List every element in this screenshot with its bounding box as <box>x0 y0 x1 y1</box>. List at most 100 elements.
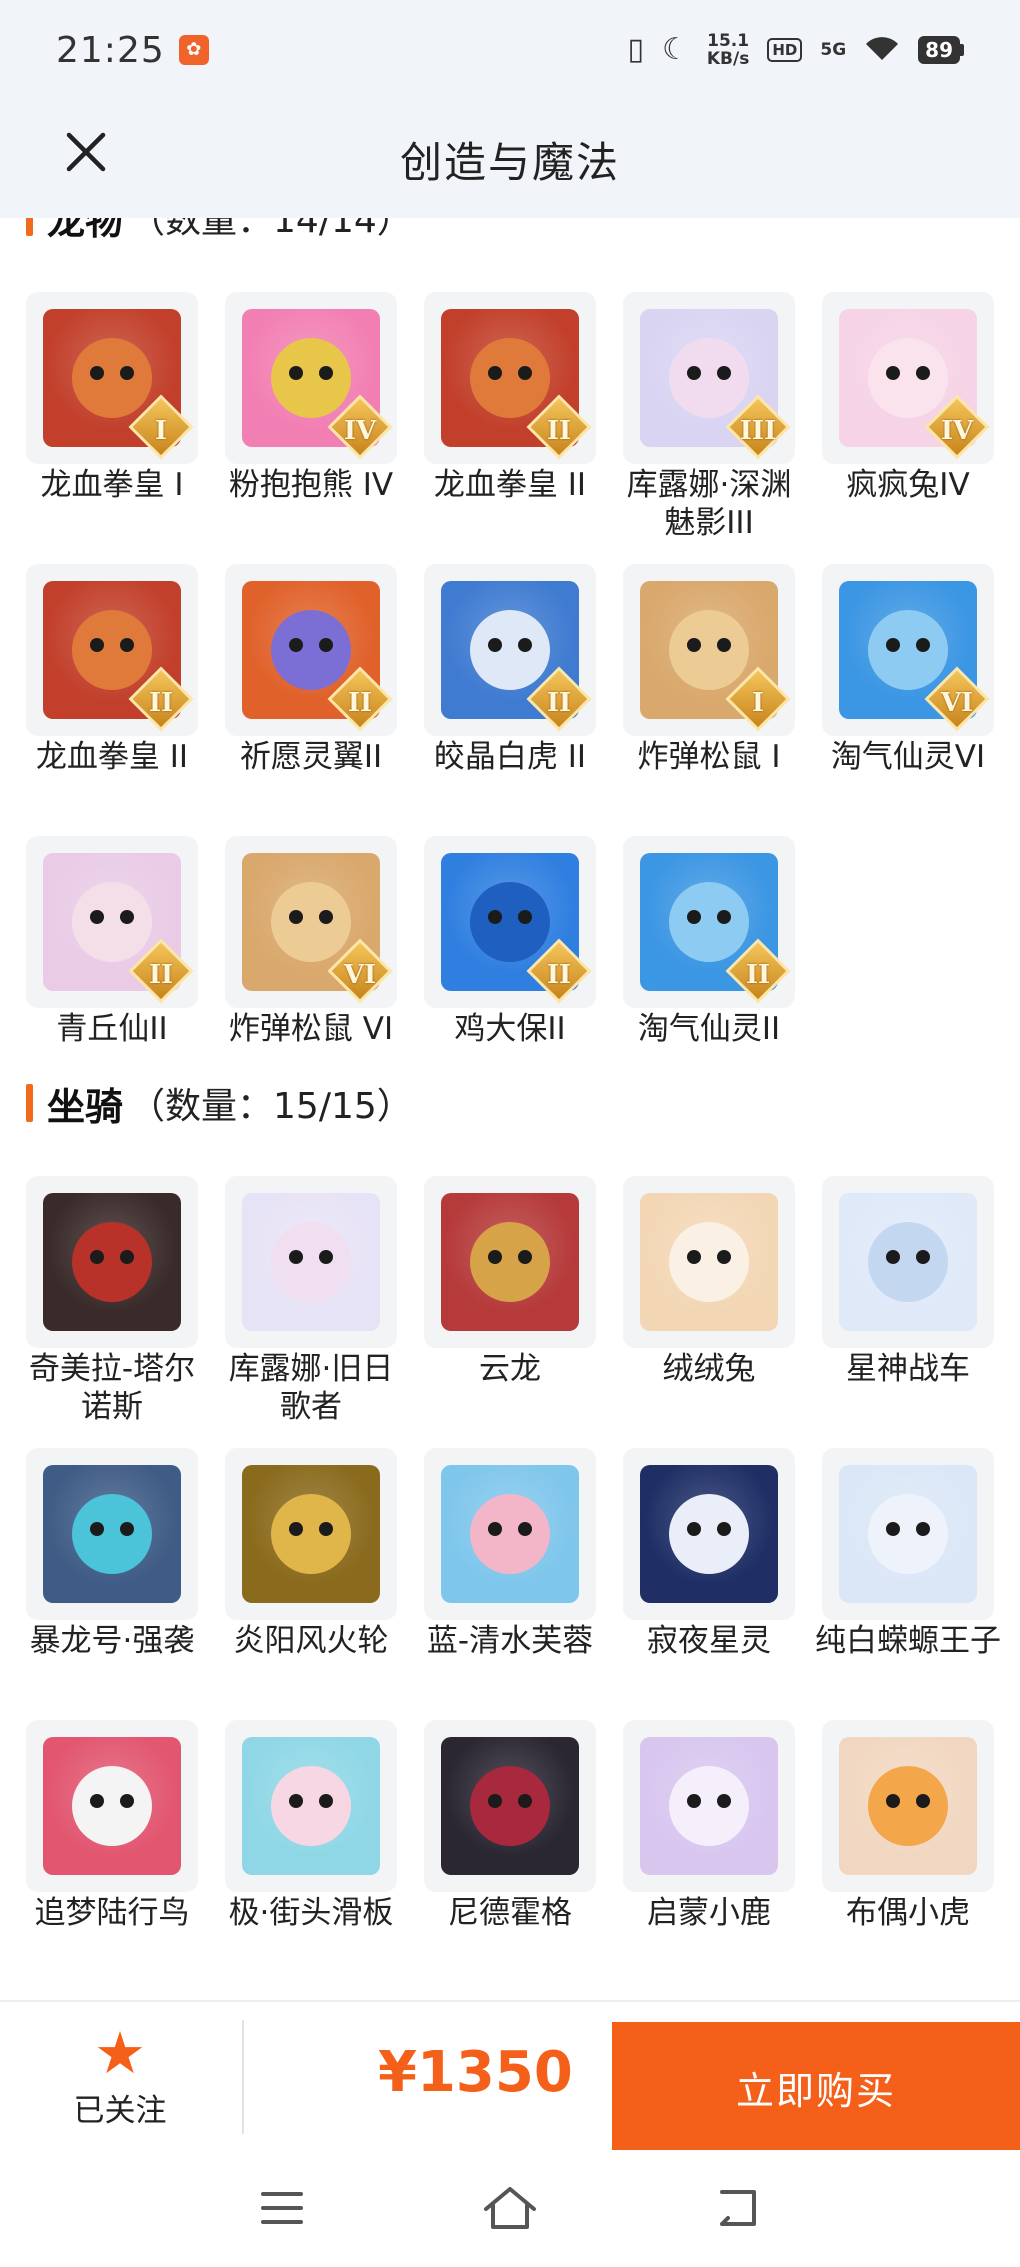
pet-item[interactable]: VI 淘气仙灵VI <box>822 564 994 836</box>
pet-item[interactable]: II 祈愿灵翼II <box>225 564 397 836</box>
item-artwork <box>242 1737 380 1875</box>
artwork-eye <box>90 1250 104 1264</box>
artwork-eye <box>319 366 333 380</box>
pet-item[interactable]: IV 粉抱抱熊 IV <box>225 292 397 564</box>
pets-section-title: 龙物 （数量：14/14） <box>26 218 413 243</box>
artwork-eye <box>518 1522 532 1536</box>
item-thumbnail: VI <box>822 564 994 736</box>
mount-item[interactable]: 星神战车 <box>822 1176 994 1448</box>
page-title: 创造与魔法 <box>399 137 620 187</box>
artwork-figure <box>868 610 948 690</box>
artwork-eye <box>120 910 134 924</box>
section-accent-bar <box>26 1084 33 1122</box>
artwork-eye <box>488 910 502 924</box>
pet-item[interactable]: II 皎晶白虎 II <box>424 564 596 836</box>
home-nav-button[interactable] <box>480 2178 540 2238</box>
item-thumbnail: IV <box>225 292 397 464</box>
artwork-eye <box>289 1250 303 1264</box>
buy-now-button[interactable]: 立即购买 <box>612 2022 1020 2152</box>
artwork-eye <box>886 366 900 380</box>
artwork-eye <box>90 910 104 924</box>
pet-item[interactable]: II 龙血拳皇 II <box>424 292 596 564</box>
artwork-eye <box>916 1522 930 1536</box>
artwork-eye <box>120 1250 134 1264</box>
mount-item[interactable]: 暴龙号·强袭 <box>26 1448 198 1720</box>
item-label: 启蒙小鹿 <box>647 1895 771 1931</box>
rank-badge-text: II <box>546 688 572 718</box>
item-thumbnail <box>225 1448 397 1620</box>
back-nav-button[interactable] <box>708 2178 768 2238</box>
status-bar: 21:25 ✿ ▯ ☾ 15.1 KB/s HD 5G 89 <box>0 0 1020 100</box>
artwork-figure <box>470 610 550 690</box>
pet-item[interactable]: IV 疯疯兔IV <box>822 292 994 564</box>
pet-item[interactable]: II 淘气仙灵II <box>623 836 795 1108</box>
menu-nav-button[interactable] <box>252 2178 312 2238</box>
artwork-eye <box>518 638 532 652</box>
artwork-figure <box>271 1494 351 1574</box>
artwork-figure <box>669 882 749 962</box>
item-label: 淘气仙灵II <box>637 1011 781 1047</box>
speed-unit: KB/s <box>706 49 750 69</box>
pet-item[interactable]: I 炸弹松鼠 I <box>623 564 795 836</box>
mount-item[interactable]: 启蒙小鹿 <box>623 1720 795 1992</box>
item-artwork <box>43 1737 181 1875</box>
rank-badge-text: IV <box>343 416 377 446</box>
close-button[interactable] <box>56 122 116 182</box>
mount-item[interactable]: 蓝-清水芙蓉 <box>424 1448 596 1720</box>
mount-item[interactable]: 布偶小虎 <box>822 1720 994 1992</box>
artwork-figure <box>72 1222 152 1302</box>
item-label: 极·街头滑板 <box>228 1895 394 1931</box>
artwork-eye <box>687 1522 701 1536</box>
mount-item[interactable]: 奇美拉-塔尔诺斯 <box>26 1176 198 1448</box>
content-scroll-area[interactable]: 龙物 （数量：14/14） I 龙血拳皇 I IV 粉抱抱熊 IV II 龙血拳皇 II I… <box>0 218 1020 1998</box>
mount-item[interactable]: 炎阳风火轮 <box>225 1448 397 1720</box>
mount-item[interactable]: 寂夜星灵 <box>623 1448 795 1720</box>
artwork-eye <box>289 1794 303 1808</box>
mount-item[interactable]: 追梦陆行鸟 <box>26 1720 198 1992</box>
rank-badge-text: I <box>154 416 168 446</box>
artwork-eye <box>120 638 134 652</box>
item-artwork <box>43 1465 181 1603</box>
section-count: （数量：14/14） <box>129 218 413 241</box>
mount-item[interactable]: 绒绒兔 <box>623 1176 795 1448</box>
item-thumbnail <box>822 1720 994 1892</box>
item-label: 龙血拳皇 II <box>433 467 587 503</box>
item-thumbnail: IV <box>822 292 994 464</box>
mount-item[interactable]: 纯白蝾螈王子 <box>815 1448 1001 1720</box>
item-thumbnail: II <box>225 564 397 736</box>
rank-badge-text: II <box>148 960 174 990</box>
artwork-figure <box>470 1494 550 1574</box>
item-thumbnail <box>822 1448 994 1620</box>
item-artwork <box>43 1193 181 1331</box>
artwork-eye <box>90 366 104 380</box>
item-thumbnail <box>424 1176 596 1348</box>
artwork-figure <box>470 338 550 418</box>
rank-badge-text: II <box>745 960 771 990</box>
pet-item[interactable]: II 鸡大保II <box>424 836 596 1108</box>
mounts-section-title: 坐骑 （数量：15/15） <box>26 1080 413 1129</box>
pet-item[interactable]: II 青丘仙II <box>26 836 198 1108</box>
battery-indicator: 89 <box>918 36 964 64</box>
pet-item[interactable]: VI 炸弹松鼠 VI <box>225 836 397 1108</box>
item-thumbnail <box>424 1448 596 1620</box>
artwork-figure <box>868 1766 948 1846</box>
artwork-eye <box>717 910 731 924</box>
pet-item[interactable]: I 龙血拳皇 I <box>26 292 198 564</box>
mount-item[interactable]: 云龙 <box>424 1176 596 1448</box>
mount-item[interactable]: 库露娜·旧日歌者 <box>225 1176 397 1448</box>
moon-icon: ☾ <box>661 32 689 67</box>
artwork-figure <box>868 1222 948 1302</box>
item-thumbnail <box>424 1720 596 1892</box>
pet-item[interactable]: II 龙血拳皇 II <box>26 564 198 836</box>
artwork-eye <box>319 910 333 924</box>
rank-badge-text: I <box>751 688 765 718</box>
signal-5g-icon: 5G <box>820 40 847 60</box>
section-name: 龙物 <box>47 218 124 243</box>
price: ¥1350 <box>378 2040 573 2105</box>
artwork-eye <box>886 638 900 652</box>
mount-item[interactable]: 极·街头滑板 <box>225 1720 397 1992</box>
pet-item[interactable]: III 库露娜·深渊魅影III <box>623 292 795 564</box>
follow-button[interactable]: ★ 已关注 <box>0 2002 240 2152</box>
item-artwork <box>839 1465 977 1603</box>
mount-item[interactable]: 尼德霍格 <box>424 1720 596 1992</box>
